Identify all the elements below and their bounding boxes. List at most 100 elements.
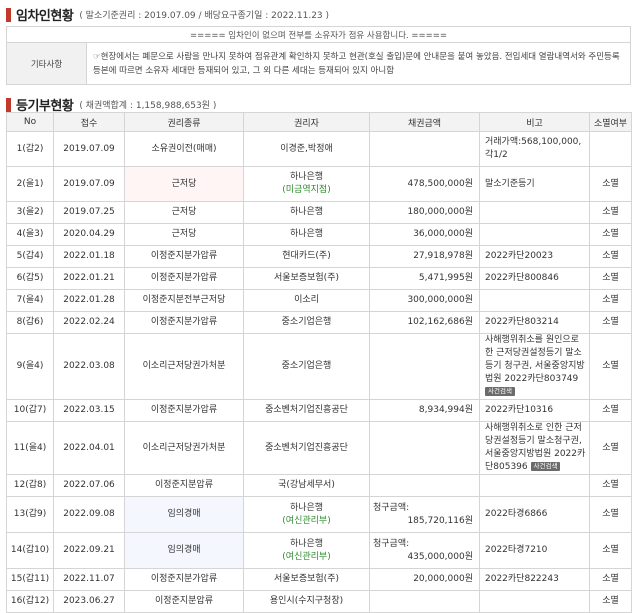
row-status: 소멸 [589, 223, 632, 246]
tenant-section-subtitle: ( 말소기준권리 : 2019.07.09 / 배당요구종기일 : 2022.1… [79, 11, 330, 21]
table-row: 8(갑6) 2022.02.24 이정준지분가압류 중소기업은행 102,162… [6, 311, 632, 334]
row-date: 2022.09.21 [53, 532, 125, 569]
row-no: 10(갑7) [6, 399, 54, 422]
registry-header-row: No 접수 권리종류 권리자 채권금액 비고 소멸여부 [6, 112, 632, 132]
row-note: 2022카단822243 [479, 568, 590, 591]
row-holder-name: 하나은행 [289, 502, 324, 513]
row-status: 소멸 [589, 333, 632, 400]
tenant-section-title: 임차인현황 [16, 9, 74, 24]
row-note: 거래가액:568,100,000,각1/2 [479, 131, 590, 167]
section-bar-icon [6, 7, 11, 22]
row-no: 8(갑6) [6, 311, 54, 334]
row-note [479, 201, 590, 224]
row-no: 13(갑9) [6, 496, 54, 533]
row-no: 12(갑8) [6, 474, 54, 497]
row-note: 2022카단10316 [479, 399, 590, 422]
row-status: 소멸 [589, 532, 632, 569]
col-date-header: 접수 [53, 112, 125, 132]
row-no: 7(을4) [6, 289, 54, 312]
row-date: 2022.11.07 [53, 568, 125, 591]
row-date: 2022.03.15 [53, 399, 125, 422]
col-note-header: 비고 [479, 112, 590, 132]
row-amount [369, 333, 480, 400]
row-note: 2022카단800846 [479, 267, 590, 290]
row-date: 2022.09.08 [53, 496, 125, 533]
row-status: 소멸 [589, 399, 632, 422]
col-no-header: No [6, 112, 54, 132]
row-date: 2020.04.29 [53, 223, 125, 246]
row-holder: 현대카드(주) [243, 245, 370, 268]
case-search-button[interactable]: 사건검색 [485, 387, 515, 396]
tenant-table: ===== 임차인이 없으며 전부를 소유자가 점유 사용합니다. ===== … [6, 26, 631, 85]
row-no: 11(을4) [6, 421, 54, 475]
table-row: 9(을4) 2022.03.08 이소리근저당권가처분 중소기업은행 사해행위취… [6, 333, 632, 400]
row-no: 15(갑11) [6, 568, 54, 591]
row-type: 이소리근저당권가처분 [124, 421, 244, 475]
claim-amount: 435,000,000원 [407, 551, 473, 562]
section-bar-icon [6, 97, 11, 112]
row-type: 이정준지분압류 [124, 590, 244, 613]
row-amount: 청구금액: 185,720,116원 [369, 496, 480, 533]
row-note-text: 사해행위취소를 원인으로 한 근저당권설정등기 말소등기 청구권, 서울중앙지방… [485, 335, 585, 384]
table-row: 10(갑7) 2022.03.15 이정준지분가압류 중소벤처기업진흥공단 8,… [6, 399, 632, 422]
row-type: 이정준지분가압류 [124, 245, 244, 268]
row-amount: 8,934,994원 [369, 399, 480, 422]
table-row: 11(을4) 2022.04.01 이소리근저당권가처분 중소벤처기업진흥공단 … [6, 421, 632, 475]
row-status: 소멸 [589, 568, 632, 591]
table-row: 7(을4) 2022.01.28 이정준지분전부근저당 이소리 300,000,… [6, 289, 632, 312]
row-date: 2022.04.01 [53, 421, 125, 475]
row-type: 이정준지분가압류 [124, 568, 244, 591]
row-holder: 서울보증보험(주) [243, 267, 370, 290]
table-row: 14(갑10) 2022.09.21 임의경매 하나은행 (여신관리부) 청구금… [6, 532, 632, 569]
row-holder: 하나은행 [243, 223, 370, 246]
row-amount: 478,500,000원 [369, 166, 480, 202]
row-status: 소멸 [589, 421, 632, 475]
row-amount [369, 590, 480, 613]
row-note: 2022카단20023 [479, 245, 590, 268]
row-note: 2022타경6866 [479, 496, 590, 533]
row-date: 2022.02.24 [53, 311, 125, 334]
row-type: 소유권이전(매매) [124, 131, 244, 167]
tenant-notice: ===== 임차인이 없으며 전부를 소유자가 점유 사용합니다. ===== [6, 26, 631, 43]
row-no: 14(갑10) [6, 532, 54, 569]
row-status: 소멸 [589, 590, 632, 613]
table-row: 2(을1) 2019.07.09 근저당 하나은행 (미금역지점) 478,50… [6, 166, 632, 202]
table-row: 5(갑4) 2022.01.18 이정준지분가압류 현대카드(주) 27,918… [6, 245, 632, 268]
row-note: 사해행위취소로 인한 근저당권설정등기 말소청구권, 서울중앙지방법원 2022… [479, 421, 590, 475]
row-holder: 하나은행 [243, 201, 370, 224]
row-status: 소멸 [589, 474, 632, 497]
col-status-header: 소멸여부 [589, 112, 632, 132]
row-status: 소멸 [589, 496, 632, 533]
row-amount: 102,162,686원 [369, 311, 480, 334]
row-no: 9(을4) [6, 333, 54, 400]
row-date: 2022.03.08 [53, 333, 125, 400]
row-type: 임의경매 [124, 532, 244, 569]
row-note [479, 223, 590, 246]
row-status: 소멸 [589, 289, 632, 312]
row-amount: 36,000,000원 [369, 223, 480, 246]
claim-label: 청구금액: [373, 502, 410, 513]
table-row: 6(갑5) 2022.01.21 이정준지분가압류 서울보증보험(주) 5,47… [6, 267, 632, 290]
row-status: 소멸 [589, 166, 632, 202]
row-type: 근저당 [124, 201, 244, 224]
row-holder: 하나은행 (여신관리부) [243, 496, 370, 533]
row-holder: 중소기업은행 [243, 333, 370, 400]
row-holder: 용인시(수지구청장) [243, 590, 370, 613]
row-date: 2022.07.06 [53, 474, 125, 497]
row-amount: 27,918,978원 [369, 245, 480, 268]
row-no: 5(갑4) [6, 245, 54, 268]
row-holder: 중소기업은행 [243, 311, 370, 334]
row-note: 사해행위취소를 원인으로 한 근저당권설정등기 말소등기 청구권, 서울중앙지방… [479, 333, 590, 400]
case-search-button[interactable]: 사건검색 [530, 462, 561, 471]
row-holder: 중소벤처기업진흥공단 [243, 421, 370, 475]
row-note [479, 590, 590, 613]
row-note [479, 474, 590, 497]
row-status [589, 131, 632, 167]
row-status: 소멸 [589, 245, 632, 268]
row-amount: 300,000,000원 [369, 289, 480, 312]
row-type: 이정준지분전부근저당 [124, 289, 244, 312]
row-note: 2022타경7210 [479, 532, 590, 569]
table-row: 15(갑11) 2022.11.07 이정준지분가압류 서울보증보험(주) 20… [6, 568, 632, 591]
row-date: 2019.07.25 [53, 201, 125, 224]
etc-text: ☞현장에서는 폐문으로 사람을 만나지 못하여 점유관계 확인하지 못하고 현관… [86, 42, 631, 85]
